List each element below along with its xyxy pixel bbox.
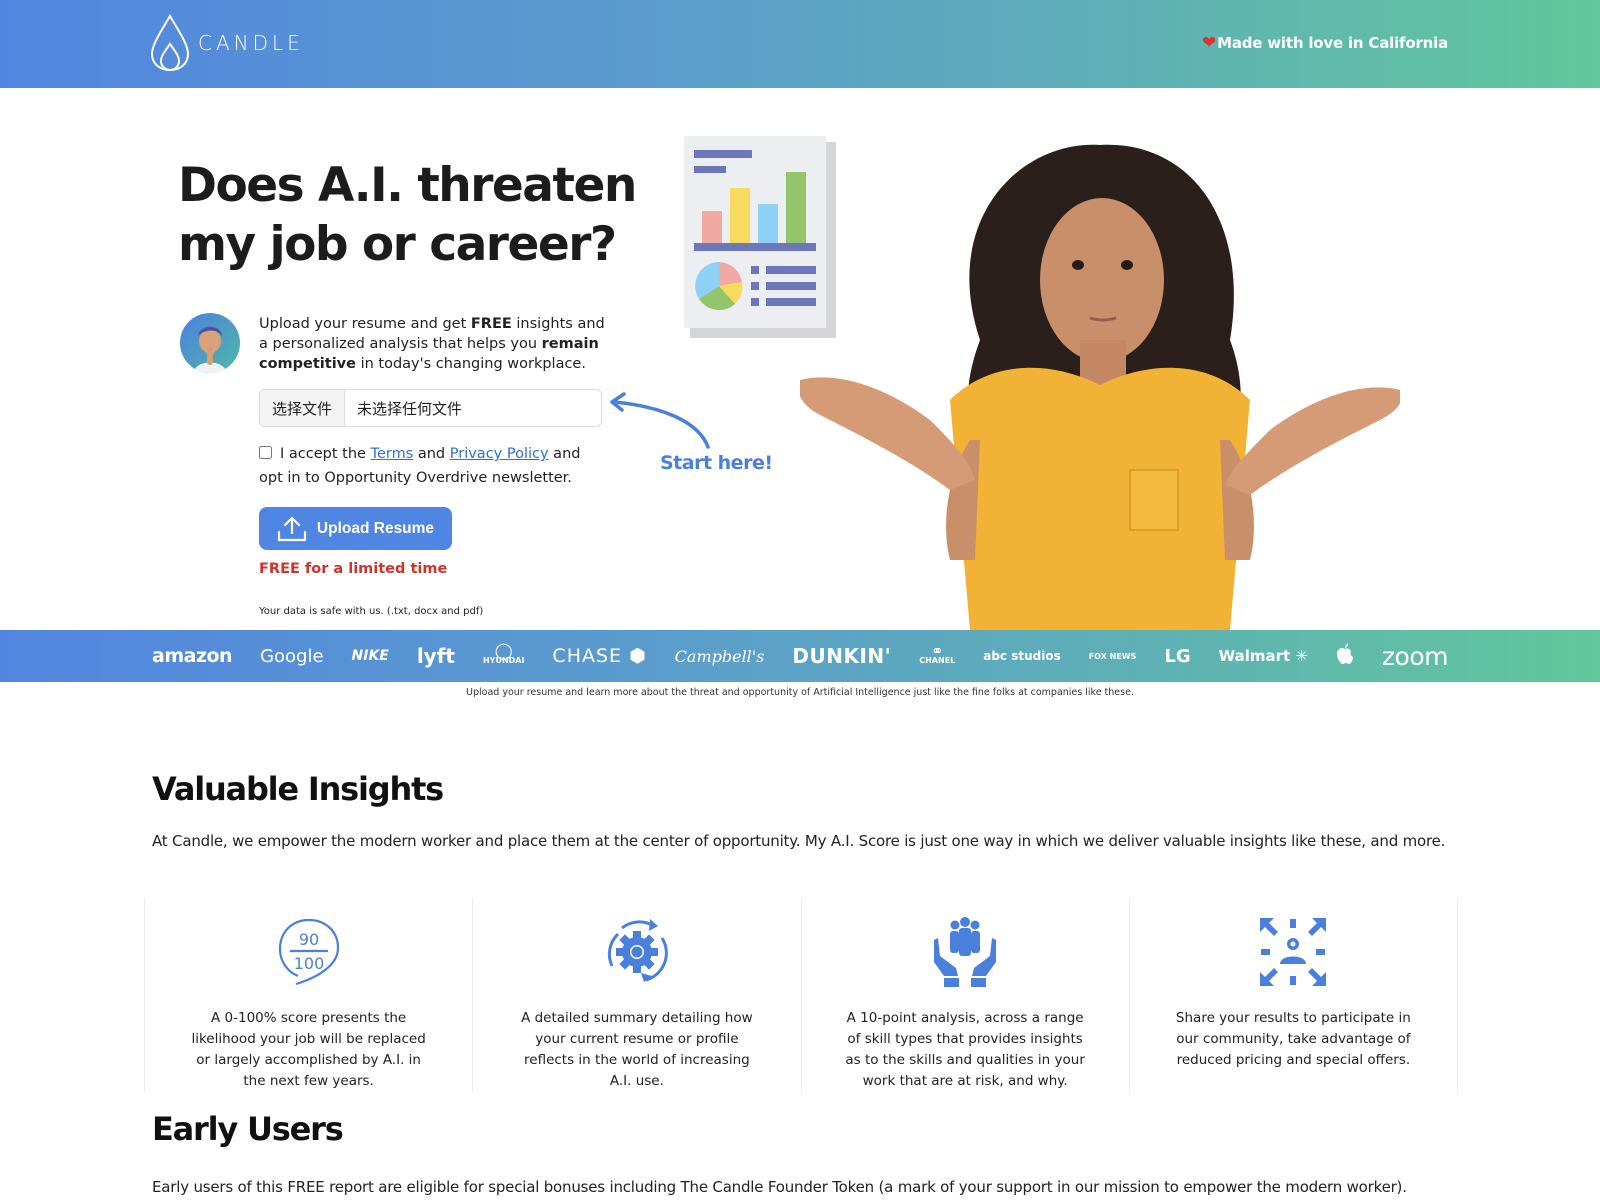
tagline-text: Made with love in California [1217, 34, 1448, 52]
choose-file-button[interactable]: 选择文件 [260, 390, 346, 426]
privacy-policy-link[interactable]: Privacy Policy [450, 446, 549, 462]
early-users-description: Early users of this FREE report are elig… [152, 1178, 1407, 1196]
brand-logo-google: Google [260, 645, 324, 667]
apple-icon [1336, 642, 1353, 664]
candle-logo[interactable]: CANDLE [150, 14, 304, 72]
brand-logo-fox-news: FOX NEWS [1088, 651, 1137, 661]
brand-logo-chanel: ⚭ CHANEL [919, 642, 956, 666]
gear-cycle-icon [604, 916, 670, 988]
brand-logo-dunkin: DUNKIN' [792, 644, 892, 668]
avatar [180, 313, 240, 373]
top-header: CANDLE ❤ Made with love in California [0, 0, 1600, 88]
made-with-love: ❤ Made with love in California [1202, 33, 1448, 53]
brand-logo-walmart: Walmart ✳ [1219, 647, 1308, 665]
memoji-avatar-icon [194, 326, 226, 373]
file-status: 未选择任何文件 [357, 399, 463, 418]
resume-file-input[interactable]: 选择文件 未选择任何文件 [259, 389, 602, 427]
upload-resume-button[interactable]: Upload Resume [259, 507, 452, 550]
curved-arrow-icon [610, 392, 710, 449]
walmart-label: Walmart [1218, 647, 1291, 665]
features-grid: 90 100 A 0-100% score presents the likel… [144, 898, 1458, 1092]
hands-people-icon [930, 916, 1000, 988]
start-here-label: Start here! [660, 452, 773, 474]
consent-block: I accept the Terms and Privacy Policy an… [259, 442, 599, 490]
brand-logo-strip: amazon Google NIKE lyft ◯ HYUNDAI CHASE ⬢… [0, 630, 1600, 682]
hero-intro: Upload your resume and get FREE insights… [259, 314, 609, 374]
consent-checkbox[interactable] [259, 446, 272, 459]
walmart-spark-icon: ✳ [1295, 647, 1308, 665]
brand-list: amazon Google NIKE lyft ◯ HYUNDAI CHASE ⬢… [152, 630, 1449, 682]
feature-text: Share your results to participate in our… [1175, 1010, 1411, 1068]
score-90-100-icon: 90 100 [276, 916, 342, 988]
hyundai-h-icon: ◯ [494, 641, 513, 660]
feature-card: 90 100 A 0-100% score presents the likel… [144, 898, 472, 1092]
hyundai-label: HYUNDAI [482, 656, 525, 665]
feature-card: A 10-point analysis, across a range of s… [800, 898, 1129, 1092]
intro-text: in today's changing workplace. [355, 356, 586, 372]
brand-logo-chase: CHASE ⬢ [552, 645, 646, 667]
intro-text: Upload your resume and get [259, 316, 471, 332]
brand-strip-caption: Upload your resume and learn more about … [466, 687, 1134, 698]
brand-logo-lg: LG [1164, 645, 1191, 667]
feature-text: A detailed summary detailing how your cu… [521, 1010, 753, 1089]
brand-logo-amazon: amazon [152, 645, 233, 667]
chase-label: CHASE [552, 645, 623, 667]
consent-text: and [413, 446, 450, 462]
valuable-insights-title: Valuable Insights [152, 770, 444, 808]
terms-link[interactable]: Terms [371, 446, 414, 462]
logo-text: CANDLE [198, 31, 304, 55]
feature-card: A detailed summary detailing how your cu… [472, 898, 800, 1092]
feature-text: A 0-100% score presents the likelihood y… [191, 1010, 426, 1089]
hero-title: Does A.I. threaten my job or career? [178, 158, 637, 272]
brand-logo-zoom: zoom [1381, 641, 1449, 671]
brand-logo-apple [1336, 642, 1354, 670]
share-expand-user-icon [1258, 916, 1328, 988]
heart-icon: ❤ [1202, 33, 1217, 53]
confused-woman-photo [800, 144, 1400, 630]
brand-logo-hyundai: ◯ HYUNDAI [482, 641, 525, 666]
flame-icon [150, 14, 190, 72]
svg-text:90: 90 [298, 930, 318, 949]
free-limited-note: FREE for a limited time [259, 561, 448, 577]
brand-logo-campbells: Campbell's [674, 646, 765, 666]
intro-bold-free: FREE [470, 316, 512, 332]
chanel-cc-icon: ⚭ [930, 642, 944, 660]
upload-icon [277, 516, 307, 541]
data-safe-note: Your data is safe with us. (.txt, docx a… [259, 606, 484, 617]
brand-logo-abc-studios: abc studios [983, 649, 1061, 663]
brand-logo-nike: NIKE [351, 648, 389, 664]
brand-logo-lyft: lyft [416, 644, 455, 668]
feature-card: Share your results to participate in our… [1128, 898, 1458, 1092]
chanel-label: CHANEL [919, 656, 956, 665]
early-users-title: Early Users [152, 1110, 344, 1148]
valuable-insights-description: At Candle, we empower the modern worker … [152, 832, 1446, 850]
consent-text: I accept the [280, 446, 371, 462]
chase-octagon-icon: ⬢ [629, 645, 647, 667]
upload-button-label: Upload Resume [316, 519, 435, 537]
svg-text:100: 100 [293, 954, 324, 973]
feature-text: A 10-point analysis, across a range of s… [845, 1010, 1085, 1089]
